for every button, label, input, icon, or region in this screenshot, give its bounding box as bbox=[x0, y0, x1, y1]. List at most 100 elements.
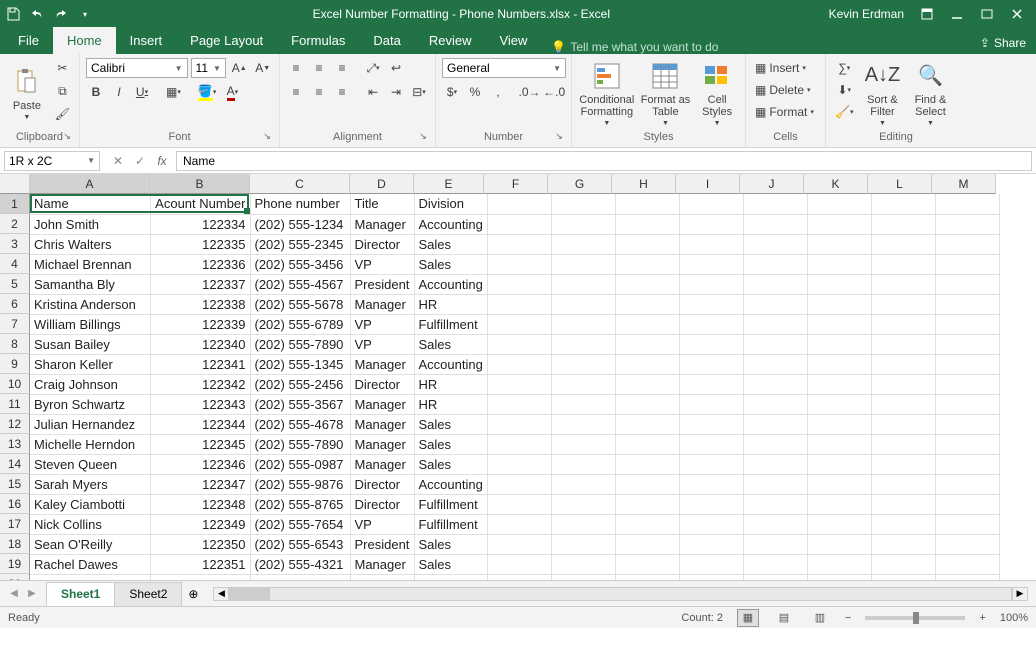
sheet-tab-1[interactable]: Sheet1 bbox=[46, 582, 115, 606]
cell-J20[interactable] bbox=[743, 574, 807, 580]
cells-area[interactable]: NameAcount NumberPhone numberTitleDivisi… bbox=[30, 194, 1036, 580]
cell-C15[interactable]: (202) 555-9876 bbox=[250, 474, 350, 494]
cell-K11[interactable] bbox=[807, 394, 871, 414]
cell-B19[interactable]: 122351 bbox=[150, 554, 250, 574]
cell-L9[interactable] bbox=[871, 354, 935, 374]
cell-G10[interactable] bbox=[551, 374, 615, 394]
cell-B2[interactable]: 122334 bbox=[150, 214, 250, 234]
cell-M17[interactable] bbox=[935, 514, 999, 534]
cell-C11[interactable]: (202) 555-3567 bbox=[250, 394, 350, 414]
dialog-launcher-icon[interactable]: ↘ bbox=[417, 131, 429, 143]
cell-M2[interactable] bbox=[935, 214, 999, 234]
cell-F12[interactable] bbox=[487, 414, 551, 434]
cell-F14[interactable] bbox=[487, 454, 551, 474]
cell-B20[interactable] bbox=[150, 574, 250, 580]
name-box[interactable]: 1R x 2C▼ bbox=[4, 151, 100, 171]
cell-I9[interactable] bbox=[679, 354, 743, 374]
column-header-I[interactable]: I bbox=[676, 174, 740, 194]
align-right-button[interactable]: ≡ bbox=[332, 82, 352, 102]
cell-D7[interactable]: VP bbox=[350, 314, 414, 334]
cell-I19[interactable] bbox=[679, 554, 743, 574]
redo-icon[interactable] bbox=[52, 5, 70, 23]
cell-H19[interactable] bbox=[615, 554, 679, 574]
cell-C6[interactable]: (202) 555-5678 bbox=[250, 294, 350, 314]
select-all-button[interactable] bbox=[0, 174, 30, 194]
font-name-combo[interactable]: Calibri▼ bbox=[86, 58, 188, 78]
cell-G13[interactable] bbox=[551, 434, 615, 454]
dialog-launcher-icon[interactable]: ↘ bbox=[553, 131, 565, 143]
cell-M9[interactable] bbox=[935, 354, 999, 374]
autosum-button[interactable]: ∑▾ bbox=[832, 58, 856, 78]
italic-button[interactable]: I bbox=[109, 82, 129, 102]
cell-J4[interactable] bbox=[743, 254, 807, 274]
cell-L1[interactable] bbox=[871, 194, 935, 214]
cell-F3[interactable] bbox=[487, 234, 551, 254]
row-header-10[interactable]: 10 bbox=[0, 374, 30, 394]
cell-G16[interactable] bbox=[551, 494, 615, 514]
cell-E10[interactable]: HR bbox=[414, 374, 487, 394]
column-header-M[interactable]: M bbox=[932, 174, 996, 194]
cell-M12[interactable] bbox=[935, 414, 999, 434]
zoom-slider[interactable] bbox=[865, 616, 965, 620]
cell-M1[interactable] bbox=[935, 194, 999, 214]
cell-G11[interactable] bbox=[551, 394, 615, 414]
cell-I13[interactable] bbox=[679, 434, 743, 454]
format-cells-button[interactable]: ▦Format▾ bbox=[752, 102, 824, 122]
cell-I3[interactable] bbox=[679, 234, 743, 254]
sort-filter-button[interactable]: A↓Z Sort & Filter▼ bbox=[860, 58, 904, 129]
cell-A17[interactable]: Nick Collins bbox=[30, 514, 150, 534]
enter-formula-button[interactable]: ✓ bbox=[130, 151, 150, 171]
cell-M18[interactable] bbox=[935, 534, 999, 554]
cell-F7[interactable] bbox=[487, 314, 551, 334]
column-header-G[interactable]: G bbox=[548, 174, 612, 194]
cell-L2[interactable] bbox=[871, 214, 935, 234]
cell-E12[interactable]: Sales bbox=[414, 414, 487, 434]
cell-I8[interactable] bbox=[679, 334, 743, 354]
cell-K4[interactable] bbox=[807, 254, 871, 274]
cell-F5[interactable] bbox=[487, 274, 551, 294]
cell-E9[interactable]: Accounting bbox=[414, 354, 487, 374]
zoom-in-button[interactable]: + bbox=[979, 612, 985, 624]
cell-H3[interactable] bbox=[615, 234, 679, 254]
row-header-3[interactable]: 3 bbox=[0, 234, 30, 254]
cell-L18[interactable] bbox=[871, 534, 935, 554]
number-format-combo[interactable]: General▼ bbox=[442, 58, 566, 78]
increase-font-button[interactable]: A▲ bbox=[229, 58, 250, 78]
cell-D8[interactable]: VP bbox=[350, 334, 414, 354]
cell-C16[interactable]: (202) 555-8765 bbox=[250, 494, 350, 514]
paste-button[interactable]: Paste ▼ bbox=[6, 58, 48, 129]
cell-G14[interactable] bbox=[551, 454, 615, 474]
cell-G17[interactable] bbox=[551, 514, 615, 534]
column-header-A[interactable]: A bbox=[30, 174, 150, 194]
cell-G19[interactable] bbox=[551, 554, 615, 574]
tell-me[interactable]: 💡 Tell me what you want to do bbox=[541, 40, 718, 54]
cell-J14[interactable] bbox=[743, 454, 807, 474]
cell-H14[interactable] bbox=[615, 454, 679, 474]
decrease-font-button[interactable]: A▼ bbox=[252, 58, 273, 78]
cell-I5[interactable] bbox=[679, 274, 743, 294]
cell-I1[interactable] bbox=[679, 194, 743, 214]
cell-K17[interactable] bbox=[807, 514, 871, 534]
cell-L4[interactable] bbox=[871, 254, 935, 274]
cell-A16[interactable]: Kaley Ciambotti bbox=[30, 494, 150, 514]
cell-J12[interactable] bbox=[743, 414, 807, 434]
cell-L10[interactable] bbox=[871, 374, 935, 394]
row-header-19[interactable]: 19 bbox=[0, 554, 30, 574]
cell-H4[interactable] bbox=[615, 254, 679, 274]
maximize-icon[interactable] bbox=[972, 0, 1002, 28]
cell-A2[interactable]: John Smith bbox=[30, 214, 150, 234]
cell-E7[interactable]: Fulfillment bbox=[414, 314, 487, 334]
cell-M5[interactable] bbox=[935, 274, 999, 294]
cell-J8[interactable] bbox=[743, 334, 807, 354]
cell-B14[interactable]: 122346 bbox=[150, 454, 250, 474]
cell-C17[interactable]: (202) 555-7654 bbox=[250, 514, 350, 534]
cell-C12[interactable]: (202) 555-4678 bbox=[250, 414, 350, 434]
cell-C3[interactable]: (202) 555-2345 bbox=[250, 234, 350, 254]
cell-B8[interactable]: 122340 bbox=[150, 334, 250, 354]
cell-I2[interactable] bbox=[679, 214, 743, 234]
cell-C9[interactable]: (202) 555-1345 bbox=[250, 354, 350, 374]
cell-M6[interactable] bbox=[935, 294, 999, 314]
cell-J3[interactable] bbox=[743, 234, 807, 254]
cell-H1[interactable] bbox=[615, 194, 679, 214]
cell-J2[interactable] bbox=[743, 214, 807, 234]
